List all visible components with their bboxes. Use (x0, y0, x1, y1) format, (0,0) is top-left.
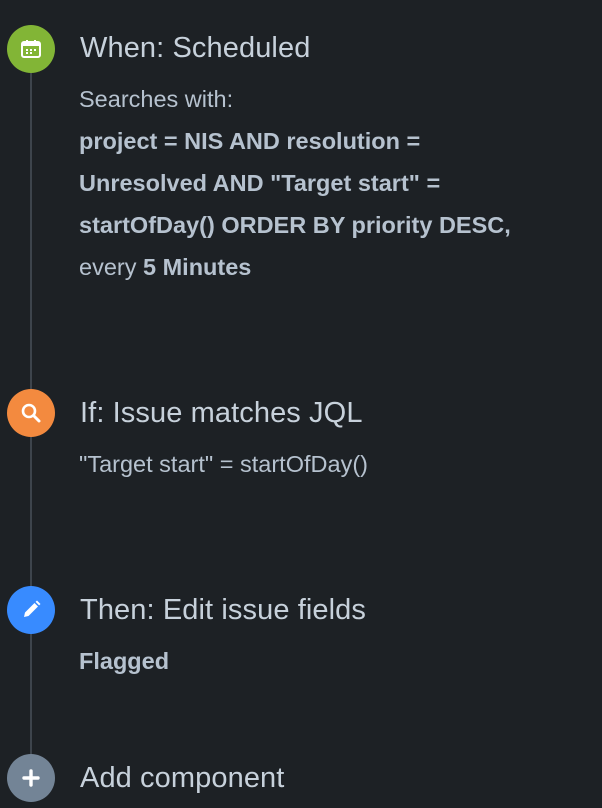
plus-icon[interactable] (7, 754, 55, 802)
schedule-interval: every 5 Minutes (79, 246, 594, 288)
pencil-icon (7, 586, 55, 634)
trigger-title[interactable]: When: Scheduled (80, 32, 310, 65)
add-component-label[interactable]: Add component (80, 762, 284, 795)
searches-label: Searches with: (79, 86, 234, 112)
action-step[interactable]: Then: Edit issue fields Flagged (0, 580, 602, 690)
trigger-step[interactable]: When: Scheduled Searches with: project =… (0, 0, 602, 300)
search-icon (7, 389, 55, 437)
condition-title[interactable]: If: Issue matches JQL (80, 397, 363, 430)
condition-jql: "Target start" = startOfDay() (79, 451, 368, 477)
action-title[interactable]: Then: Edit issue fields (80, 594, 366, 627)
every-label: every (79, 254, 137, 280)
trigger-details: Searches with: project = NIS AND resolut… (79, 78, 594, 288)
interval-value: 5 Minutes (143, 254, 252, 280)
calendar-icon (7, 25, 55, 73)
action-fields: Flagged (79, 640, 594, 682)
field-flagged: Flagged (79, 648, 170, 674)
add-component-button[interactable]: Add component (0, 750, 602, 808)
jql-query-line-2: Unresolved AND "Target start" = (79, 170, 441, 196)
jql-query-line-1: project = NIS AND resolution = (79, 128, 421, 154)
jql-query-line-3: startOfDay() ORDER BY priority DESC, (79, 212, 511, 238)
condition-step[interactable]: If: Issue matches JQL "Target start" = s… (0, 380, 602, 500)
